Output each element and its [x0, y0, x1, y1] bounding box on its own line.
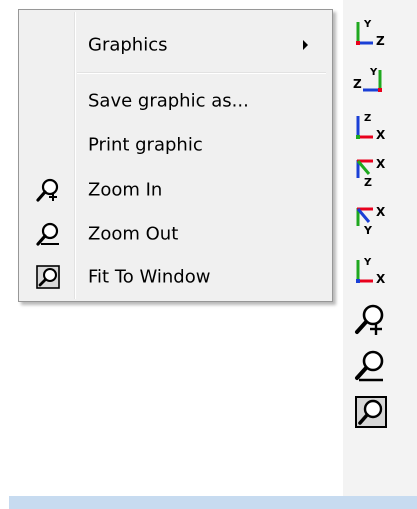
zoom-in-icon — [36, 178, 59, 202]
menu-item-zoom-in[interactable]: Zoom In — [21, 171, 330, 209]
view-yz-icon: Y Z — [356, 19, 385, 48]
menu-item-label: Zoom In — [88, 179, 163, 201]
axis-label: X — [376, 128, 386, 142]
menu-item-label: Save graphic as... — [88, 90, 249, 112]
fit-to-window-icon — [36, 265, 60, 289]
view-iso-zx-icon: Z X — [356, 157, 386, 189]
menu-item-fit-to-window[interactable]: Fit To Window — [21, 258, 330, 296]
axis-label: Y — [363, 257, 372, 268]
axis-label: Y — [363, 19, 372, 30]
axis-label: X — [376, 157, 386, 171]
view-yz-button[interactable]: Y Z — [351, 12, 391, 52]
context-menu: Graphics Save graphic as... Print graphi… — [18, 9, 333, 302]
axis-label: Z — [353, 77, 362, 91]
menu-item-zoom-out[interactable]: Zoom Out — [21, 215, 330, 253]
zoom-in-icon — [355, 304, 384, 335]
axis-label: Z — [376, 34, 385, 48]
view-yx-button[interactable]: Y X — [351, 250, 391, 290]
submenu-arrow-icon — [303, 40, 308, 50]
zoom-out-icon — [36, 222, 59, 246]
view-zy-icon: Z Y — [353, 67, 382, 92]
axis-label: Y — [369, 67, 378, 78]
menu-item-save-graphic-as[interactable]: Save graphic as... — [21, 82, 330, 120]
toolbar-fit-to-window-button[interactable] — [351, 392, 391, 432]
fit-to-window-icon — [355, 396, 387, 428]
view-zx-button[interactable]: Z X — [351, 106, 391, 146]
view-zy-button[interactable]: Z Y — [351, 58, 391, 98]
menu-item-graphics[interactable]: Graphics — [21, 26, 330, 64]
view-yx-icon: Y X — [356, 257, 386, 286]
menu-item-label: Zoom Out — [88, 223, 179, 245]
view-iso-yx-icon: Y X — [356, 205, 386, 237]
menu-item-label: Print graphic — [88, 134, 203, 156]
menu-item-label: Graphics — [88, 34, 168, 56]
view-zx-icon: Z X — [356, 113, 386, 142]
menu-item-print-graphic[interactable]: Print graphic — [21, 126, 330, 164]
toolbar-zoom-in-button[interactable] — [351, 300, 391, 340]
axis-label: X — [376, 205, 386, 219]
zoom-out-icon — [355, 350, 384, 382]
axis-label: X — [376, 272, 386, 286]
status-bar — [9, 496, 417, 509]
axis-label: Y — [363, 224, 373, 237]
toolbar-zoom-out-button[interactable] — [351, 346, 391, 386]
axis-label: Z — [364, 176, 372, 189]
view-toolbar: Y Z Z Y Z X Z X Y X Y X — [343, 0, 417, 509]
view-iso-yx-button[interactable]: Y X — [351, 200, 391, 240]
axis-label: Z — [364, 113, 371, 124]
view-iso-zx-button[interactable]: Z X — [351, 152, 391, 192]
menu-item-label: Fit To Window — [88, 266, 211, 288]
menu-separator — [77, 72, 326, 74]
